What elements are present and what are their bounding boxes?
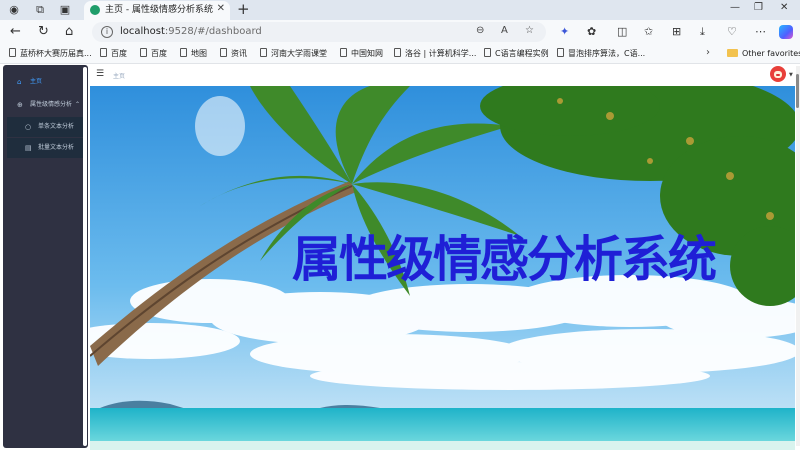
sidebar: ⌂ 主页 ⊕ 属性级情感分析 ⌃ ○ 单条文本分析 ▤ 批量文本分析 (3, 65, 88, 448)
avatar[interactable] (770, 66, 786, 82)
page-icon (220, 48, 227, 57)
bookmark-item[interactable]: 地图 (180, 48, 207, 59)
page-scrollbar-thumb[interactable] (796, 74, 799, 108)
read-aloud-icon[interactable]: A (501, 25, 508, 36)
bookmark-label: 蓝桥杯大赛历届真... (20, 49, 92, 58)
bookmark-item[interactable]: 河南大学雨课堂 (260, 48, 327, 59)
home-icon: ⌂ (17, 78, 22, 86)
favorite-star-icon[interactable]: ☆ (525, 25, 534, 36)
search-icon: ○ (25, 123, 32, 131)
bookmark-label: 中国知网 (351, 49, 383, 58)
back-arrow-icon[interactable]: ← (10, 24, 21, 40)
plus-circle-icon: ⊕ (17, 101, 23, 109)
tab-title: 主页 - 属性级情感分析系统 (105, 5, 213, 15)
bookmark-item[interactable]: 中国知网 (340, 48, 383, 59)
page-icon (9, 48, 16, 57)
page-icon (484, 48, 491, 57)
sidebar-item-label: 主页 (30, 78, 43, 85)
sidebar-group-sentiment[interactable]: ⊕ 属性级情感分析 ⌃ (7, 95, 85, 115)
hamburger-icon[interactable]: ☰ (96, 69, 104, 79)
bookmark-item[interactable]: 蓝桥杯大赛历届真... (9, 48, 92, 59)
close-tab-icon[interactable]: ✕ (217, 3, 225, 14)
page-icon (100, 48, 107, 57)
bookmarks-overflow-chevron-icon[interactable]: › (706, 47, 710, 58)
bookmark-item[interactable]: 资讯 (220, 48, 247, 59)
url-text[interactable]: localhost:9528/#/dashboard (120, 26, 262, 38)
close-window-icon[interactable]: ✕ (780, 2, 788, 13)
bookmark-item[interactable]: 洛谷 | 计算机科学... (394, 48, 476, 59)
collections-icon[interactable]: ⊞ (672, 25, 681, 39)
downloads-icon[interactable]: ⤓ (700, 25, 705, 39)
workspaces-icon[interactable]: ⧉ (33, 3, 47, 17)
browser-essentials-icon[interactable]: ♡ (727, 25, 737, 39)
url-host: localhost (120, 26, 165, 37)
bookmark-label: 洛谷 | 计算机科学... (405, 49, 477, 58)
more-menu-icon[interactable]: ⋯ (755, 25, 766, 39)
browser-tab-bar: ◉ ⧉ ▣ 主页 - 属性级情感分析系统 ✕ + — ❐ ✕ (0, 0, 800, 20)
page-scrollbar[interactable] (796, 66, 800, 446)
tab-favicon-icon (90, 5, 100, 15)
bookmarks-bar: 蓝桥杯大赛历届真... 百度 百度 地图 资讯 河南大学雨课堂 中国知网 洛谷 … (0, 44, 800, 64)
page-icon (260, 48, 267, 57)
sidebar-item-label: 批量文本分析 (38, 144, 75, 151)
bookmark-label: 地图 (191, 49, 207, 58)
bookmark-label: 冒泡排序算法，C语... (568, 49, 646, 58)
bookmark-item[interactable]: 百度 (140, 48, 167, 59)
favorites-icon[interactable]: ✩ (644, 25, 653, 39)
hero-banner: 属性级情感分析系统 (90, 86, 795, 450)
page-icon (180, 48, 187, 57)
bookmark-item[interactable]: 百度 (100, 48, 127, 59)
url-path: :9528/#/dashboard (164, 26, 262, 37)
copilot-icon[interactable] (779, 25, 793, 39)
extension-bird-icon[interactable]: ✦ (560, 25, 569, 39)
page-icon (394, 48, 401, 57)
page-icon (340, 48, 347, 57)
restore-icon[interactable]: ❐ (754, 2, 763, 13)
page-icon (557, 48, 564, 57)
other-favorites-label: Other favorites (742, 49, 800, 58)
bookmark-item[interactable]: C语言编程实例 (484, 48, 549, 59)
bookmark-label: 百度 (151, 49, 167, 58)
bookmark-label: 百度 (111, 49, 127, 58)
other-favorites-folder[interactable]: Other favorites (727, 48, 800, 59)
page-icon (140, 48, 147, 57)
bookmark-label: C语言编程实例 (495, 49, 549, 58)
top-navbar: ☰ 主页 ▼ (92, 64, 797, 86)
address-bar[interactable]: i localhost:9528/#/dashboard ⊖ A ☆ (92, 22, 546, 42)
sidebar-item-label: 单条文本分析 (38, 123, 75, 130)
bookmark-label: 河南大学雨课堂 (271, 49, 327, 58)
hero-title: 属性级情感分析系统 (292, 231, 717, 288)
new-tab-button[interactable]: + (237, 1, 250, 18)
tab-actions-icon[interactable]: ▣ (58, 3, 72, 17)
breadcrumb[interactable]: 主页 (113, 71, 125, 80)
caret-down-icon[interactable]: ▼ (789, 72, 793, 78)
sidebar-group-label: 属性级情感分析 (30, 101, 73, 108)
home-icon[interactable]: ⌂ (65, 24, 73, 40)
profile-icon[interactable]: ◉ (7, 3, 21, 17)
sidebar-item-single-text[interactable]: ○ 单条文本分析 (7, 117, 85, 137)
site-info-icon[interactable]: i (101, 26, 113, 38)
sidebar-item-home[interactable]: ⌂ 主页 (7, 72, 85, 92)
bookmark-item[interactable]: 冒泡排序算法，C语... (557, 48, 645, 59)
document-icon: ▤ (25, 144, 32, 152)
sidebar-item-batch-text[interactable]: ▤ 批量文本分析 (7, 138, 85, 158)
sidebar-scrollbar[interactable] (83, 67, 87, 446)
minimize-icon[interactable]: — (730, 2, 740, 13)
zoom-icon[interactable]: ⊖ (476, 25, 484, 36)
chevron-up-icon: ⌃ (75, 101, 81, 108)
extensions-puzzle-icon[interactable]: ✿ (587, 25, 596, 39)
bookmark-label: 资讯 (231, 49, 247, 58)
active-tab[interactable]: 主页 - 属性级情感分析系统 ✕ (84, 1, 230, 20)
refresh-icon[interactable]: ↻ (38, 24, 49, 40)
folder-icon (727, 49, 738, 57)
browser-toolbar: ← ↻ ⌂ i localhost:9528/#/dashboard ⊖ A ☆… (0, 20, 800, 44)
split-screen-icon[interactable]: ◫ (617, 25, 627, 39)
app-viewport: ⌂ 主页 ⊕ 属性级情感分析 ⌃ ○ 单条文本分析 ▤ 批量文本分析 ☰ 主页 … (0, 64, 800, 450)
